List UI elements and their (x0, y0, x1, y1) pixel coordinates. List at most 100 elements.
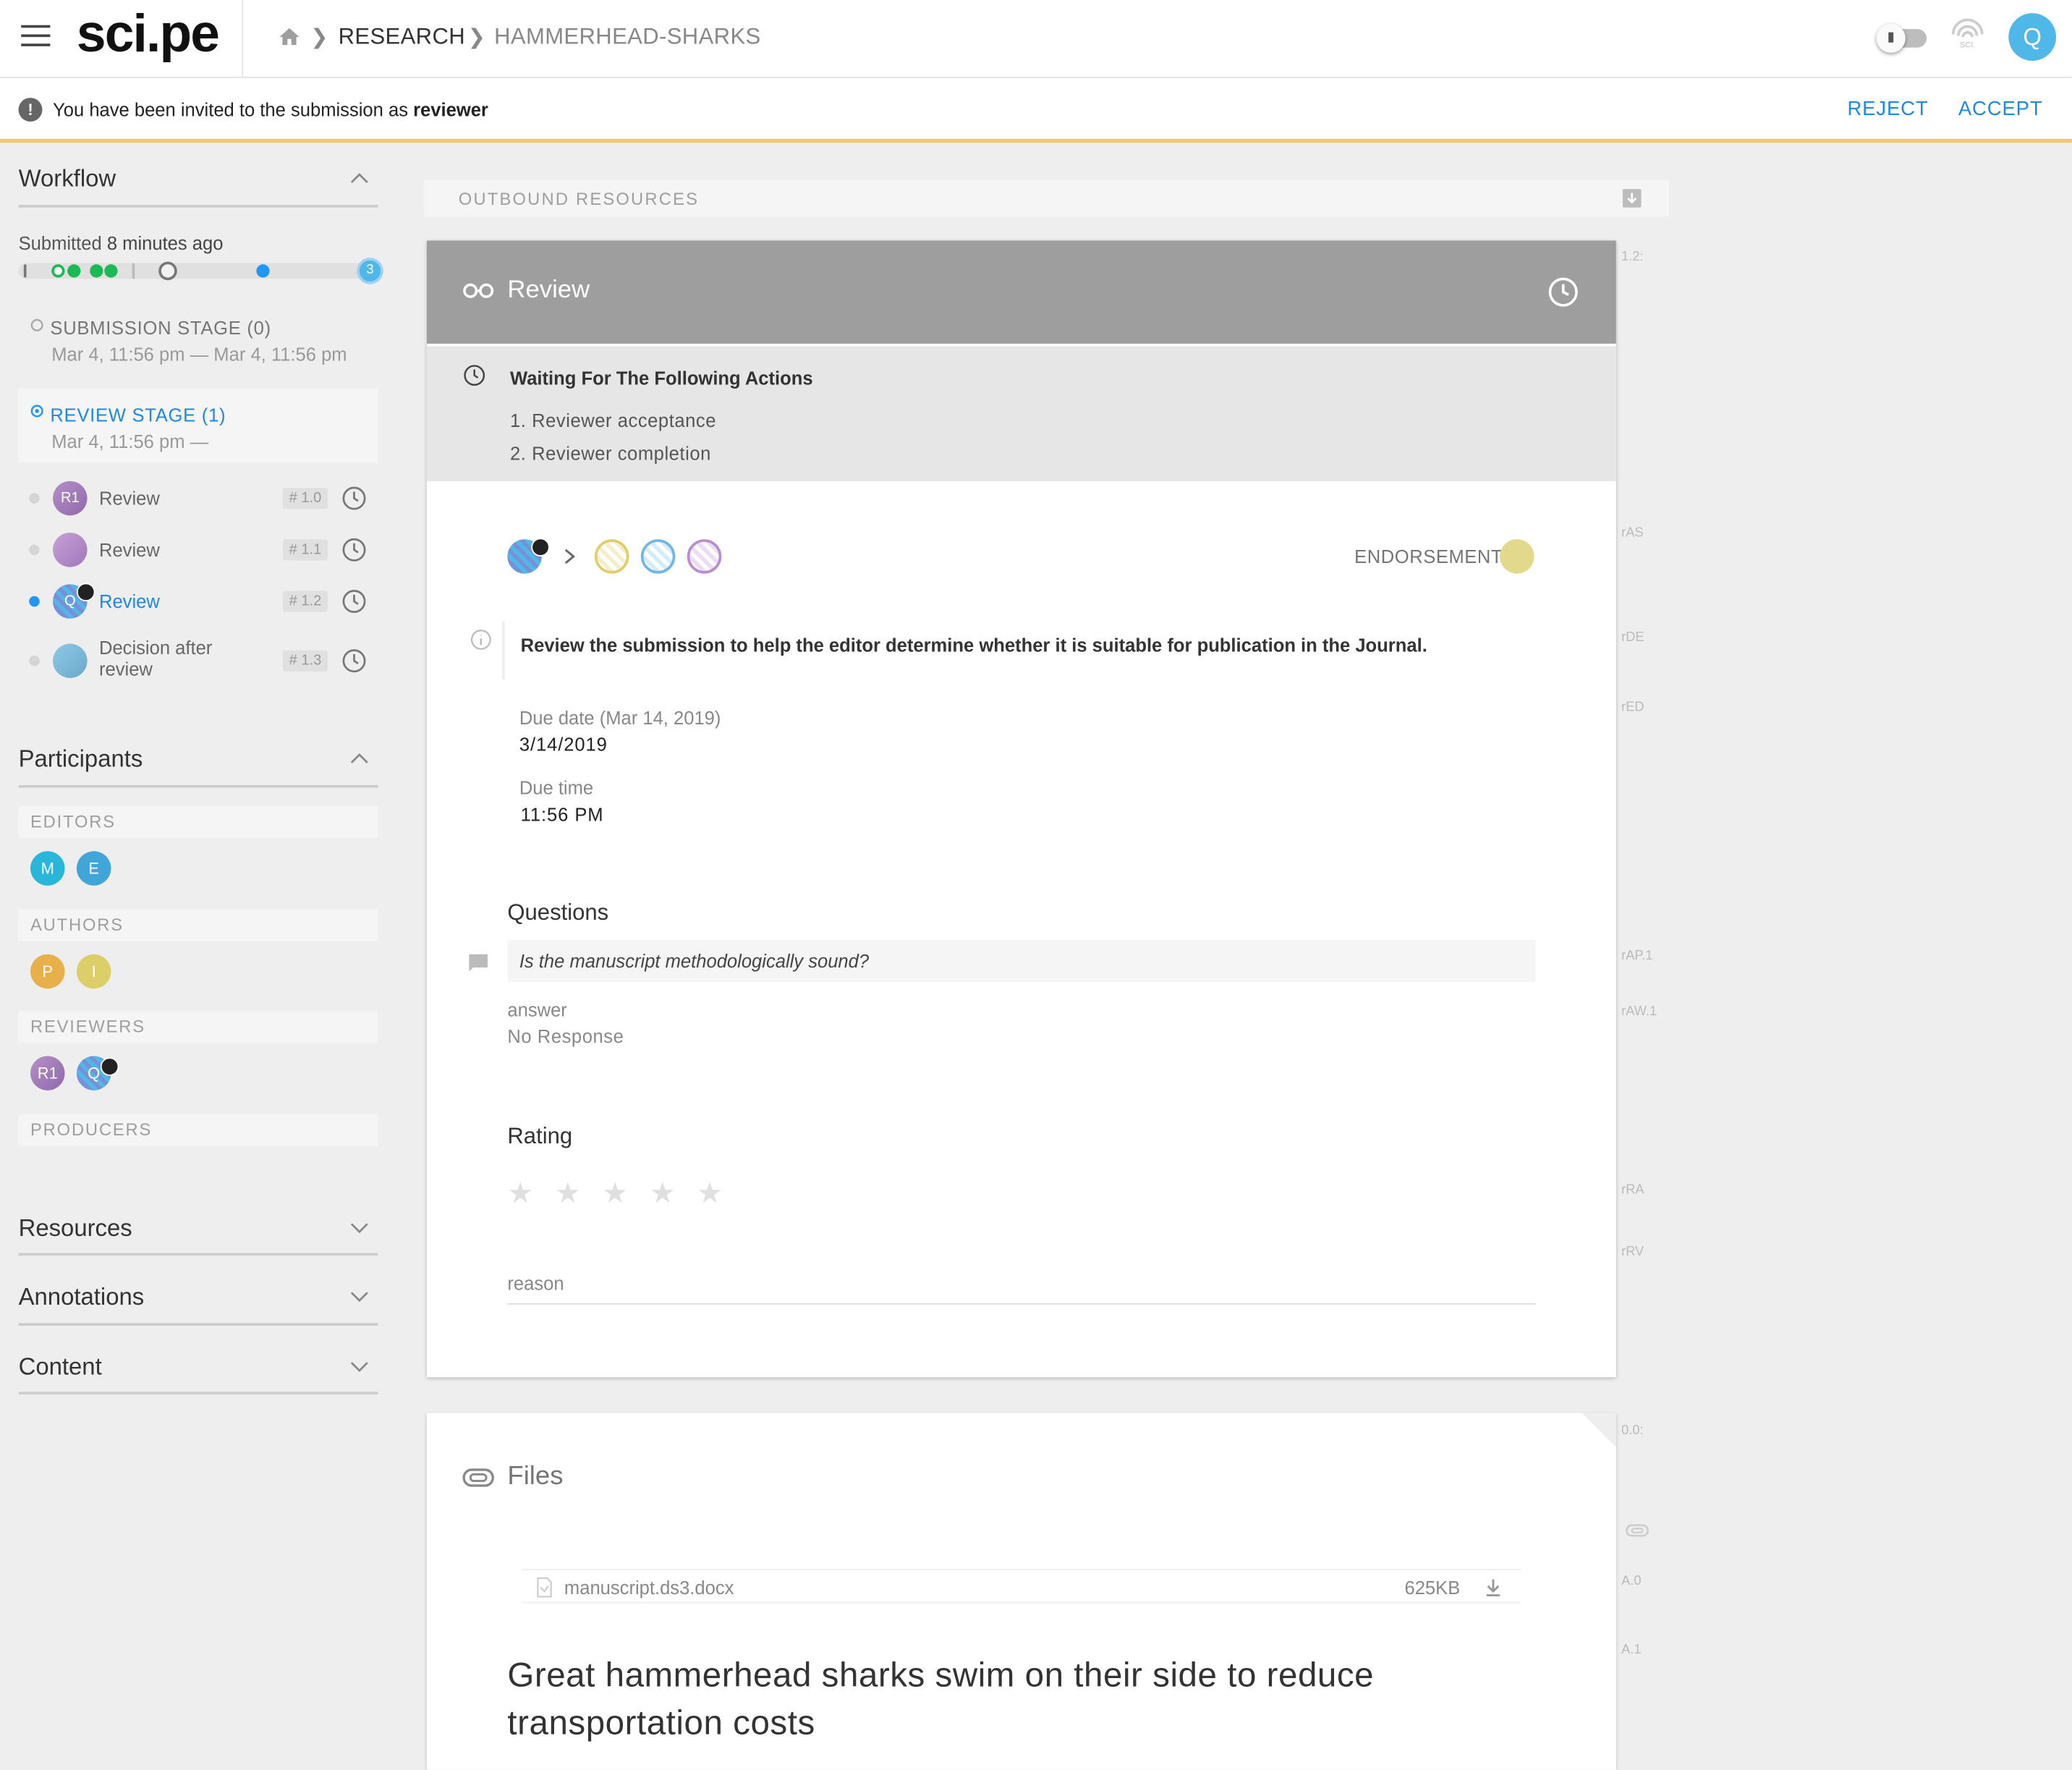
avatar[interactable]: R1 (30, 1056, 65, 1091)
invite-banner: ! You have been invited to the submissio… (0, 77, 2072, 143)
action-label: Review (98, 590, 160, 612)
action-label: Review (98, 539, 160, 561)
chevron-down-icon[interactable] (350, 1221, 369, 1235)
info-icon (470, 630, 491, 650)
home-icon[interactable] (278, 25, 302, 49)
user-avatar[interactable]: Q (2008, 13, 2057, 62)
waiting-title: Waiting For The Following Actions (510, 367, 813, 389)
due-date-input[interactable]: 3/14/2019 (519, 734, 608, 755)
participants-group-authors: AUTHORS (18, 909, 378, 941)
reviewer-avatar[interactable] (687, 539, 722, 574)
submission-stage-date: Mar 4, 11:56 pm — Mar 4, 11:56 pm (51, 343, 347, 365)
clock-icon (342, 486, 366, 510)
workflow-progress: 3 (18, 258, 383, 284)
avatar[interactable]: P (30, 954, 65, 989)
waiting-actions-panel: Waiting For The Following Actions 1. Rev… (426, 346, 1616, 481)
comment-icon[interactable] (468, 953, 489, 974)
action-number-badge: # 1.3 (282, 650, 328, 672)
endorsement-avatar[interactable] (1500, 539, 1534, 574)
file-row[interactable]: manuscript.ds3.docx 625KB (522, 1569, 1521, 1604)
reject-button[interactable]: REJECT (1847, 98, 1928, 120)
chevron-up-icon[interactable] (350, 752, 369, 765)
glasses-icon (463, 283, 494, 298)
sci-signal-icon[interactable]: SCI. (1948, 16, 1987, 56)
margin-label: rAS (1621, 525, 1644, 541)
stage-status-icon (30, 318, 43, 331)
workflow-action[interactable]: R1 Review # 1.0 (29, 480, 378, 516)
outbound-label: OUTBOUND RESOURCES (458, 189, 700, 209)
content-section[interactable]: Content (19, 1353, 102, 1381)
avatar[interactable]: E (76, 851, 111, 886)
file-name[interactable]: manuscript.ds3.docx (564, 1577, 734, 1598)
view-mode-toggle[interactable]: ▮ (1876, 23, 1929, 54)
add-resource-icon[interactable] (1621, 187, 1642, 208)
annotations-section[interactable]: Annotations (19, 1284, 145, 1311)
alert-icon: ! (18, 98, 43, 122)
stage-active-icon (30, 405, 43, 418)
margin-label: rED (1621, 700, 1644, 716)
avatar: R1 (53, 480, 88, 516)
participants-group-reviewers: REVIEWERS (18, 1011, 378, 1043)
files-card: Files manuscript.ds3.docx 625KB Great ha… (426, 1413, 1616, 1770)
current-step-marker: 3 (357, 258, 383, 284)
download-icon[interactable] (1484, 1577, 1503, 1598)
menu-icon[interactable] (21, 25, 51, 49)
workflow-action[interactable]: Decision after review # 1.3 (29, 637, 378, 681)
participants-group-editors: EDITORS (18, 806, 378, 839)
workflow-action[interactable]: Review # 1.1 (29, 533, 378, 567)
action-number-badge: # 1.1 (282, 539, 328, 561)
outbound-resources-bar[interactable]: OUTBOUND RESOURCES (424, 179, 1669, 217)
divider (18, 1253, 378, 1256)
toggle-knob: ▮ (1876, 23, 1906, 54)
submitted-info: Submitted 8 minutes ago (18, 232, 224, 254)
pending-badge-icon (76, 583, 95, 602)
invite-message: You have been invited to the submission … (53, 98, 488, 121)
reason-input[interactable]: reason (507, 1273, 1536, 1305)
app-logo[interactable]: sci.pe (77, 5, 220, 64)
divider (18, 1323, 378, 1326)
margin-label: rAP.1 (1621, 949, 1653, 964)
card-corner-fold (1581, 1413, 1616, 1448)
clock-icon (342, 590, 366, 614)
divider (18, 1392, 378, 1394)
header-divider (242, 0, 244, 78)
answer-label: answer (507, 999, 567, 1021)
article-title: Great hammerhead sharks swim on their si… (507, 1654, 1375, 1743)
divider (18, 205, 378, 208)
document-icon (537, 1577, 552, 1598)
action-number-badge: # 1.0 (282, 487, 328, 509)
review-card: Review Waiting For The Following Actions… (426, 240, 1616, 1378)
file-size: 625KB (1404, 1577, 1461, 1598)
endorsement-label[interactable]: ENDORSEMENT (1354, 546, 1503, 567)
clock-icon[interactable] (1547, 276, 1579, 308)
editor-avatar[interactable] (640, 539, 676, 574)
avatar[interactable]: M (30, 851, 65, 886)
chevron-right-icon: ❯ (467, 26, 486, 49)
endorser-avatar[interactable] (594, 539, 629, 574)
star-rating[interactable]: ★ ★ ★ ★ ★ (507, 1177, 729, 1211)
due-time-label: Due time (519, 776, 594, 799)
review-instructions: Review the submission to help the editor… (502, 621, 1427, 679)
clock-icon (342, 649, 366, 673)
answer-input[interactable]: No Response (507, 1025, 624, 1046)
action-label: Review (98, 487, 160, 509)
due-time-input[interactable]: 11:56 PM (521, 804, 604, 825)
workflow-action-active[interactable]: Q Review # 1.2 (29, 583, 378, 619)
participants-title[interactable]: Participants (19, 745, 143, 773)
workflow-title[interactable]: Workflow (19, 165, 116, 192)
question-text: Is the manuscript methodologically sound… (507, 939, 1536, 983)
action-label: Decision after review (98, 637, 213, 679)
chevron-down-icon[interactable] (350, 1360, 369, 1373)
margin-label: 1.2: (1621, 250, 1644, 265)
chevron-down-icon[interactable] (350, 1290, 369, 1303)
participants-group-producers: PRODUCERS (18, 1114, 378, 1146)
review-stage-title[interactable]: REVIEW STAGE (1) (50, 405, 226, 425)
review-stage-date: Mar 4, 11:56 pm — (51, 431, 209, 452)
resources-section[interactable]: Resources (19, 1215, 132, 1242)
avatar[interactable]: I (76, 954, 111, 989)
breadcrumb-research[interactable]: RESEARCH (339, 24, 465, 51)
rating-title: Rating (507, 1123, 573, 1149)
submission-stage-title[interactable]: SUBMISSION STAGE (0) (50, 317, 271, 338)
chevron-up-icon[interactable] (350, 172, 369, 185)
accept-button[interactable]: ACCEPT (1958, 98, 2043, 120)
